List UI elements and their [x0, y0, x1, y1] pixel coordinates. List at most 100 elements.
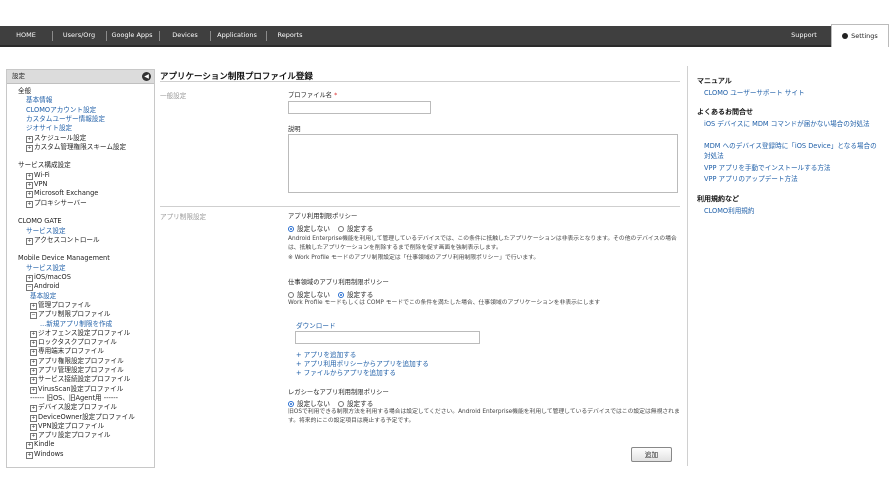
sidebar-tree-item[interactable]: Mobile Device Management — [18, 254, 110, 263]
sidebar-tree-item[interactable]: + Microsoft Exchange — [26, 189, 98, 199]
sidebar-tree-item[interactable]: − Android — [26, 282, 60, 292]
faq-link-4[interactable]: VPP アプリのアップデート方法 — [704, 174, 882, 184]
nav-devices[interactable]: Devices — [166, 26, 204, 45]
sidebar-tree-item[interactable]: + ロックタスクプロファイル — [30, 338, 117, 348]
expand-icon[interactable]: + — [30, 414, 37, 422]
expand-icon[interactable]: + — [26, 172, 33, 180]
sidebar-tree-item[interactable]: ...新規アプリ制限を作成 — [40, 320, 112, 329]
sidebar-tree-item-label: カスタムユーザー情報設定 — [26, 114, 105, 123]
faq-link-1[interactable]: iOS デバイスに MDM コマンドが届かない場合の対処法 — [704, 119, 882, 129]
expand-icon[interactable]: + — [30, 377, 37, 385]
sidebar-tree-item-label: Windows — [34, 449, 64, 458]
top-nav: HOME Users/Org Google Apps Devices Appli… — [0, 24, 889, 47]
collapse-icon[interactable]: − — [26, 284, 33, 292]
sidebar-tree-item[interactable]: + Kindle — [26, 440, 54, 450]
expand-icon[interactable]: + — [30, 302, 37, 310]
sidebar-tree-item-label: DeviceOwner設定プロファイル — [38, 412, 135, 421]
nav-separator — [52, 31, 53, 41]
sidebar-tree-item[interactable]: − アプリ制限プロファイル — [30, 310, 111, 320]
sidebar-tree-item[interactable]: + VPN設定プロファイル — [30, 422, 104, 431]
expand-icon[interactable]: + — [26, 451, 33, 459]
sidebar-tree-item[interactable]: ------ 旧OS、旧Agent用 ------ — [30, 394, 118, 403]
sidebar-tree-item[interactable]: + Wi-Fi — [26, 171, 50, 180]
sidebar-tree-item[interactable]: + 専用端末プロファイル — [30, 347, 104, 357]
manual-support-link[interactable]: CLOMO ユーザーサポート サイト — [704, 88, 882, 98]
expand-icon[interactable]: + — [30, 330, 37, 338]
sidebar-tree-item[interactable]: + デバイス設定プロファイル — [30, 403, 117, 413]
expand-icon[interactable]: + — [26, 191, 33, 199]
expand-icon[interactable]: + — [26, 275, 33, 282]
sidebar-tree-item[interactable]: + ジオフェンス設定プロファイル — [30, 329, 130, 338]
sidebar-tree-item[interactable]: + iOS/macOS — [26, 273, 71, 282]
sidebar-tree-item[interactable]: CLOMO GATE — [18, 217, 62, 226]
faq-link-2[interactable]: MDM へのデバイス登録時に「iOS Device」となる場合の対処法 — [704, 141, 882, 161]
legacy-policy-radio-off[interactable] — [288, 401, 294, 407]
expand-icon[interactable]: + — [26, 135, 33, 143]
expand-icon[interactable]: + — [30, 386, 37, 394]
expand-icon[interactable]: + — [26, 442, 33, 450]
expand-icon[interactable]: + — [30, 340, 37, 348]
sidebar-tree-item-label: Mobile Device Management — [18, 254, 110, 263]
sidebar-tree-item[interactable]: サービス構成設定 — [18, 161, 71, 170]
nav-settings-tab[interactable]: Settings — [831, 24, 889, 47]
sidebar-tree-item[interactable]: + アプリ権限設定プロファイル — [30, 357, 124, 366]
add-button[interactable]: 追加 — [631, 447, 672, 462]
nav-users-org[interactable]: Users/Org — [58, 26, 100, 45]
description-textarea[interactable] — [288, 134, 678, 193]
expand-icon[interactable]: + — [26, 182, 33, 189]
sidebar-tree-item[interactable]: CLOMOアカウント設定 — [26, 106, 96, 115]
sidebar-tree-item-label: VPN設定プロファイル — [38, 421, 105, 430]
collapse-sidebar-icon[interactable]: ◀ — [142, 72, 151, 81]
add-app-from-file-link[interactable]: + ファイルからアプリを追加する — [296, 367, 396, 377]
expand-icon[interactable]: + — [30, 405, 37, 413]
nav-reports[interactable]: Reports — [272, 26, 308, 45]
sidebar-tree-item[interactable]: サービス設定 — [26, 264, 66, 273]
sidebar-tree-item[interactable]: + カスタム管理権限スキーム設定 — [26, 143, 126, 152]
expand-icon[interactable]: + — [26, 200, 33, 208]
sidebar-tree-item-label: iOS/macOS — [34, 273, 71, 281]
sidebar-tree-item[interactable]: 全般 — [18, 87, 31, 96]
sidebar-tree-item[interactable]: + VPN — [26, 180, 47, 189]
app-policy-radio-off[interactable] — [288, 226, 294, 232]
sidebar-tree-item-label: プロキシサーバー — [34, 198, 87, 207]
expand-icon[interactable]: + — [30, 433, 37, 441]
sidebar-tree-item[interactable]: + アプリ設定プロファイル — [30, 431, 111, 441]
download-list-title[interactable]: ダウンロード — [296, 320, 336, 330]
sidebar-tree-item[interactable]: カスタムユーザー情報設定 — [26, 115, 105, 124]
expand-icon[interactable]: + — [26, 237, 33, 245]
sidebar-tree-item[interactable]: + スケジュール設定 — [26, 134, 86, 143]
work-policy-radio-on[interactable] — [337, 292, 344, 298]
terms-link[interactable]: CLOMO利用規約 — [704, 206, 882, 216]
sidebar-tree-item[interactable]: + アプリ管理設定プロファイル — [30, 366, 124, 375]
expand-icon[interactable]: + — [30, 358, 37, 366]
profile-name-input[interactable] — [288, 101, 431, 114]
expand-icon[interactable]: + — [30, 368, 37, 375]
app-policy-radio-on[interactable] — [337, 226, 344, 232]
sidebar-tree-item[interactable]: + 管理プロファイル — [30, 301, 91, 310]
collapse-icon[interactable]: − — [30, 312, 37, 320]
nav-google-apps[interactable]: Google Apps — [110, 26, 154, 45]
faq-link-3[interactable]: VPP アプリを手動でインストールする方法 — [704, 163, 882, 173]
sidebar-tree-item-label: 管理プロファイル — [38, 300, 91, 309]
sidebar-tree-item[interactable]: + Windows — [26, 450, 63, 459]
nav-support[interactable]: Support — [786, 26, 822, 45]
sidebar-tree-item[interactable]: サービス設定 — [26, 227, 66, 236]
expand-icon[interactable]: + — [30, 423, 37, 431]
nav-applications[interactable]: Applications — [214, 26, 260, 45]
sidebar-tree-item[interactable]: + アクセスコントロール — [26, 236, 100, 245]
nav-home[interactable]: HOME — [6, 26, 46, 45]
sidebar-tree-item[interactable]: + プロキシサーバー — [26, 199, 87, 208]
sidebar-tree-item[interactable]: + VirusScan設定プロファイル — [30, 385, 123, 394]
expand-icon[interactable]: + — [26, 144, 33, 152]
app-policy-work-profile-note: ※ Work Profile モードのアプリ制限設定は「仕事領域のアプリ利用制限… — [288, 255, 540, 261]
sidebar-tree-item[interactable]: 基本設定 — [30, 292, 56, 301]
sidebar-tree-item[interactable]: + サービス接続設定プロファイル — [30, 375, 130, 385]
legacy-policy-radio-on[interactable] — [337, 401, 344, 407]
sidebar-tree-item[interactable]: 基本情報 — [26, 96, 52, 105]
work-policy-radio-off[interactable] — [288, 292, 294, 298]
app-search-input[interactable] — [295, 331, 480, 344]
work-policy-note: Work Profile モードもしくは COMP モードでこの条件を満たした場… — [288, 300, 601, 306]
sidebar-tree-item[interactable]: ジオサイト設定 — [26, 124, 72, 133]
sidebar-tree-item[interactable]: + DeviceOwner設定プロファイル — [30, 413, 135, 422]
expand-icon[interactable]: + — [30, 349, 37, 357]
